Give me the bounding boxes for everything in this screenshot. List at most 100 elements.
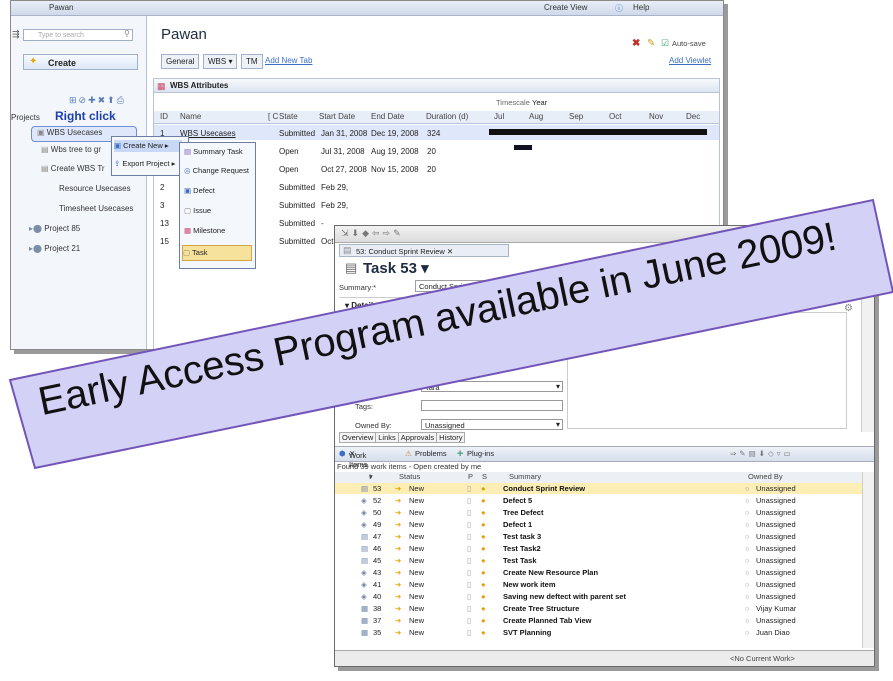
summary-input[interactable]: Conduct Sprint Review bbox=[415, 280, 855, 292]
col-id[interactable]: ID bbox=[160, 112, 168, 121]
menu-milestone[interactable]: ▦ Milestone bbox=[184, 226, 225, 235]
filed-against-select[interactable]: Tara bbox=[421, 381, 563, 392]
list-scrollbar[interactable] bbox=[862, 472, 874, 648]
table-row[interactable]: ▦ 38 ➔ New ▯ ● Create Tree Structure ○ Vijay Kum… bbox=[335, 603, 862, 614]
details-header[interactable]: ▾ Details bbox=[345, 301, 377, 310]
menu-summary-task[interactable]: ▤ Summary Task bbox=[184, 147, 243, 156]
col-status[interactable]: Status bbox=[399, 472, 420, 481]
table-row[interactable]: ▤ 45 ➔ New ▯ ● Test Task ○ Unassigned bbox=[335, 555, 862, 566]
table-row[interactable]: ◈ 50 ➔ New ▯ ● Tree Defect ○ Unassigned bbox=[335, 507, 862, 518]
cell-id: 47 bbox=[373, 532, 382, 541]
grid-row[interactable]: 1 WBS Usecases Submitted Jan 31, 2008 Dec 19… bbox=[154, 125, 484, 142]
create-button[interactable]: Create bbox=[23, 54, 138, 70]
table-row[interactable]: ▤ 53 ➔ New ▯ ● Conduct Sprint Review ○ Unassigne… bbox=[335, 483, 862, 494]
timescale-select[interactable]: Year bbox=[532, 98, 547, 107]
toolbar-icons[interactable]: ⇲⬇◆⇦⇨✎ bbox=[341, 228, 404, 239]
severity-icon: ● bbox=[481, 544, 486, 553]
table-row[interactable]: ◈ 49 ➔ New ▯ ● Defect 1 ○ Unassigned bbox=[335, 519, 862, 530]
add-viewlet-link[interactable]: Add Viewlet bbox=[669, 56, 711, 65]
table-row[interactable]: ◈ 40 ➔ New ▯ ● Saving new deftect with parent … bbox=[335, 591, 862, 602]
owner-link[interactable]: Tara bbox=[470, 362, 485, 371]
edit-icon[interactable]: ✎ bbox=[647, 38, 655, 49]
menu-change-request[interactable]: ◎ Change Request bbox=[184, 166, 249, 175]
col-severity[interactable]: S bbox=[482, 472, 487, 481]
table-row[interactable]: ▤ 46 ➔ New ▯ ● Test Task2 ○ Unassigned bbox=[335, 543, 862, 554]
menu-issue[interactable]: ▢ Issue bbox=[184, 206, 211, 215]
menu-create-new[interactable]: ▣ Create New ▸ bbox=[114, 140, 182, 152]
col-id[interactable]: I ▾ bbox=[369, 472, 373, 481]
table-row[interactable]: ▦ 37 ➔ New ▯ ● Create Planned Tab View ○ Unassig… bbox=[335, 615, 862, 626]
tree-toolbar-icons[interactable]: ⊞⊘✚✖⬆⎙ bbox=[69, 95, 126, 106]
tab-wbs[interactable]: WBS ▾ bbox=[203, 54, 238, 69]
subtab-approvals[interactable]: Approvals bbox=[397, 432, 438, 443]
tab-plugins[interactable]: Plug-ins bbox=[467, 449, 494, 458]
cell-status: New bbox=[409, 580, 425, 589]
menu-defect[interactable]: ▣ Defect bbox=[184, 186, 215, 195]
description-area[interactable] bbox=[567, 312, 847, 429]
view-toolbar-icons[interactable]: ⇒✎▤⬇◇▿▭ bbox=[730, 449, 794, 458]
cell-summary: Create Tree Structure bbox=[503, 604, 580, 613]
status-arrow-icon: ➔ bbox=[395, 556, 402, 565]
tree-item-project-21[interactable]: ▸⬤ Project 21 bbox=[29, 244, 80, 253]
owned-by-select[interactable]: Unassigned bbox=[421, 419, 563, 430]
cell-id: 43 bbox=[373, 568, 382, 577]
tree-item-project-85[interactable]: ▸⬤ Project 85 bbox=[29, 224, 80, 233]
menu-label: Task bbox=[192, 248, 208, 257]
table-row[interactable]: ◈ 52 ➔ New ▯ ● Defect 5 ○ Unassigned bbox=[335, 495, 862, 506]
search-input[interactable]: Type to search bbox=[23, 29, 133, 41]
col-c[interactable]: [ C bbox=[268, 112, 278, 121]
cell-dur: 20 bbox=[427, 147, 436, 156]
team-link[interactable]: Tara Team bbox=[423, 362, 458, 371]
tab-tm[interactable]: TM bbox=[241, 54, 263, 69]
cell-start: Feb 29, bbox=[321, 201, 349, 210]
tree-item-wbs-usecases[interactable]: ▣ WBS Usecases bbox=[37, 128, 102, 137]
cell-end: Aug 19, 2008 bbox=[371, 147, 419, 156]
table-row[interactable]: ◈ 43 ➔ New ▯ ● Create New Resource Plan ○ Unassi… bbox=[335, 567, 862, 578]
owner-icon: ○ bbox=[745, 508, 750, 517]
menu-task[interactable]: ▢ Task bbox=[182, 245, 252, 261]
tree-item-1[interactable]: ▤ Wbs tree to gr bbox=[41, 145, 101, 154]
tree-item-3[interactable]: Resource Usecases bbox=[59, 184, 131, 193]
status-arrow-icon: ➔ bbox=[395, 532, 402, 541]
change-request-icon: ◎ bbox=[184, 166, 193, 175]
col-duration[interactable]: Duration (d) bbox=[426, 112, 468, 121]
tab-general[interactable]: General bbox=[161, 54, 200, 69]
col-owned-by[interactable]: Owned By bbox=[748, 472, 783, 481]
tab-work-items[interactable]: Work Items ✕ bbox=[349, 449, 367, 469]
help-link[interactable]: Help bbox=[633, 3, 649, 12]
autosave-checkbox[interactable]: ☑ bbox=[661, 38, 669, 49]
close-icon[interactable]: ✖ bbox=[632, 38, 640, 49]
tab-editor[interactable]: 53: Conduct Sprint Review ✕ bbox=[339, 244, 509, 257]
status-arrow-icon: ➔ bbox=[395, 580, 402, 589]
summary-label: Summary:* bbox=[339, 283, 377, 292]
col-name[interactable]: Name bbox=[180, 112, 201, 121]
menu-export-project[interactable]: ⇪ Export Project ▸ bbox=[114, 159, 175, 168]
context-menu: ▣ Create New ▸ ⇪ Export Project ▸ bbox=[111, 136, 189, 176]
severity-icon: ● bbox=[481, 592, 486, 601]
subtab-history[interactable]: History bbox=[436, 432, 466, 443]
tags-input[interactable] bbox=[421, 400, 563, 411]
col-state[interactable]: State bbox=[279, 112, 298, 121]
folder-icon: ▣ bbox=[37, 128, 47, 137]
help-icon[interactable]: ⓘ bbox=[615, 3, 623, 14]
add-new-tab-link[interactable]: Add New Tab bbox=[265, 56, 312, 65]
cell-owned-by: Vijay Kumar bbox=[756, 604, 797, 613]
subtab-overview[interactable]: Overview bbox=[339, 432, 377, 443]
table-row[interactable]: ▤ 47 ➔ New ▯ ● Test task 3 ○ Unassigned bbox=[335, 531, 862, 542]
col-priority[interactable]: P bbox=[468, 472, 473, 481]
col-summary[interactable]: Summary bbox=[509, 472, 541, 481]
cell-owned-by: Unassigned bbox=[756, 544, 796, 553]
editor-scrollbar[interactable] bbox=[861, 260, 874, 432]
table-row[interactable]: ▦ 35 ➔ New ▯ ● SVT Planning ○ Juan Diao bbox=[335, 627, 862, 638]
tab-problems[interactable]: Problems bbox=[415, 449, 447, 458]
create-view-link[interactable]: Create View bbox=[544, 3, 587, 12]
milestone-icon: ▦ bbox=[184, 226, 194, 235]
filter-icon[interactable]: ⇶ bbox=[12, 29, 20, 40]
search-icon[interactable]: ⚲ bbox=[124, 29, 130, 38]
table-row[interactable]: ◈ 41 ➔ New ▯ ● New work item ○ Unassigned bbox=[335, 579, 862, 590]
col-end[interactable]: End Date bbox=[371, 112, 404, 121]
subtab-links[interactable]: Links bbox=[375, 432, 399, 443]
col-start[interactable]: Start Date bbox=[319, 112, 355, 121]
tree-item-2[interactable]: ▤ Create WBS Tr bbox=[41, 164, 105, 173]
tree-item-4[interactable]: Timesheet Usecases bbox=[59, 204, 133, 213]
